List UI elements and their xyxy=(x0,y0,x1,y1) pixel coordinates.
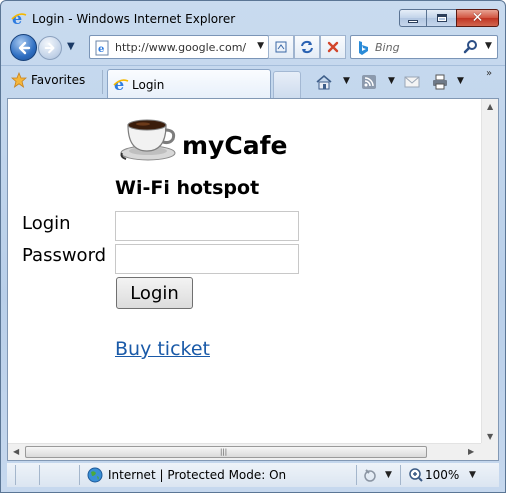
login-label: Login xyxy=(22,213,71,234)
separator xyxy=(15,465,16,485)
navigation-bar: ▼ e http://www.google.com/ ▼ Bing ▼ xyxy=(1,31,505,65)
recent-pages-dropdown[interactable]: ▼ xyxy=(67,41,75,52)
grip-icon: ||| xyxy=(220,448,228,456)
new-tab-button[interactable] xyxy=(273,71,301,98)
stop-icon xyxy=(327,41,339,53)
security-icon[interactable] xyxy=(363,467,379,486)
address-url[interactable]: http://www.google.com/ xyxy=(115,41,255,54)
separator xyxy=(356,465,357,485)
scroll-up-icon[interactable]: ▲ xyxy=(487,102,493,111)
separator xyxy=(79,465,80,485)
page-viewport: myCafe Wi-Fi hotspot Login Password Logi… xyxy=(7,98,499,461)
security-zone[interactable]: Internet | Protected Mode: On xyxy=(108,468,286,482)
more-commands-chevron-icon[interactable]: » xyxy=(486,68,492,79)
browser-window: e Login - Windows Internet Explorer ✕ ▼ … xyxy=(0,0,506,493)
vertical-scrollbar[interactable]: ▲ ▼ xyxy=(481,99,498,444)
tab-label: Login xyxy=(132,78,165,92)
close-icon: ✕ xyxy=(471,10,484,26)
back-button[interactable] xyxy=(10,34,37,61)
search-button[interactable] xyxy=(463,39,479,58)
minimize-button[interactable] xyxy=(399,9,426,27)
scroll-down-icon[interactable]: ▼ xyxy=(487,432,493,441)
title-bar: e Login - Windows Internet Explorer ✕ xyxy=(1,1,505,31)
separator xyxy=(39,465,40,485)
favorites-button[interactable]: Favorites xyxy=(11,72,85,88)
feeds-dropdown[interactable]: ▼ xyxy=(388,76,395,86)
window-controls: ✕ xyxy=(399,9,499,27)
separator xyxy=(102,70,103,94)
read-mail-icon xyxy=(404,76,420,88)
ie-logo-icon: e xyxy=(11,9,27,28)
buy-ticket-link[interactable]: Buy ticket xyxy=(115,338,210,360)
minimize-icon xyxy=(408,19,418,23)
globe-icon xyxy=(87,467,103,486)
refresh-button[interactable] xyxy=(294,35,320,59)
horizontal-scrollbar[interactable]: ◀ ||| ▶ xyxy=(8,443,481,460)
scroll-left-icon[interactable]: ◀ xyxy=(13,447,19,456)
password-input[interactable] xyxy=(115,244,299,274)
page-subtitle: Wi-Fi hotspot xyxy=(115,177,260,199)
page-icon: e xyxy=(94,40,110,56)
security-dropdown[interactable]: ▼ xyxy=(385,470,392,480)
back-arrow-icon xyxy=(18,41,30,54)
favorites-star-icon xyxy=(11,72,27,88)
zoom-icon[interactable] xyxy=(408,467,424,486)
ie-logo-icon: e xyxy=(113,75,129,95)
home-button[interactable] xyxy=(315,74,333,93)
home-dropdown[interactable]: ▼ xyxy=(343,76,350,86)
favorites-label: Favorites xyxy=(31,73,86,87)
svg-text:e: e xyxy=(98,44,104,55)
horizontal-scroll-thumb[interactable]: ||| xyxy=(25,446,427,458)
bing-logo-icon xyxy=(356,40,370,59)
login-button[interactable]: Login xyxy=(116,277,193,309)
address-dropdown[interactable]: ▼ xyxy=(257,41,264,51)
forward-arrow-icon xyxy=(44,42,55,54)
print-button[interactable] xyxy=(431,74,449,93)
window-title: Login - Windows Internet Explorer xyxy=(32,12,236,26)
print-icon xyxy=(433,74,447,90)
tab-login[interactable]: e Login xyxy=(107,69,271,98)
password-label: Password xyxy=(22,245,107,266)
address-bar[interactable]: e http://www.google.com/ ▼ xyxy=(89,35,269,59)
coffee-cup-icon xyxy=(118,113,178,166)
forward-button[interactable] xyxy=(38,36,62,60)
compatibility-icon xyxy=(275,41,287,53)
compatibility-view-button[interactable] xyxy=(268,35,294,59)
search-icon xyxy=(463,40,477,54)
search-placeholder: Bing xyxy=(375,41,400,54)
scroll-corner xyxy=(481,443,498,460)
scroll-right-icon[interactable]: ▶ xyxy=(468,447,474,456)
brand-name: myCafe xyxy=(182,131,288,160)
feeds-button[interactable] xyxy=(361,74,377,93)
close-button[interactable]: ✕ xyxy=(456,9,499,27)
home-icon xyxy=(316,74,332,90)
read-mail-button[interactable] xyxy=(403,74,421,93)
search-options-dropdown[interactable]: ▼ xyxy=(485,41,492,51)
status-bar: Internet | Protected Mode: On ▼ 100% ▼ xyxy=(7,463,499,487)
login-input[interactable] xyxy=(115,211,299,241)
maximize-button[interactable] xyxy=(426,9,456,27)
stop-button[interactable] xyxy=(320,35,346,59)
maximize-icon xyxy=(436,14,447,22)
rss-feed-icon xyxy=(362,75,376,89)
search-box[interactable]: Bing ▼ xyxy=(350,35,498,59)
refresh-icon xyxy=(301,40,313,54)
separator xyxy=(400,465,401,485)
zoom-dropdown[interactable]: ▼ xyxy=(469,470,476,480)
print-dropdown[interactable]: ▼ xyxy=(457,76,464,86)
command-bar: Favorites e Login ▼ ▼ ▼ » xyxy=(1,65,505,98)
zoom-level[interactable]: 100% xyxy=(425,468,459,482)
